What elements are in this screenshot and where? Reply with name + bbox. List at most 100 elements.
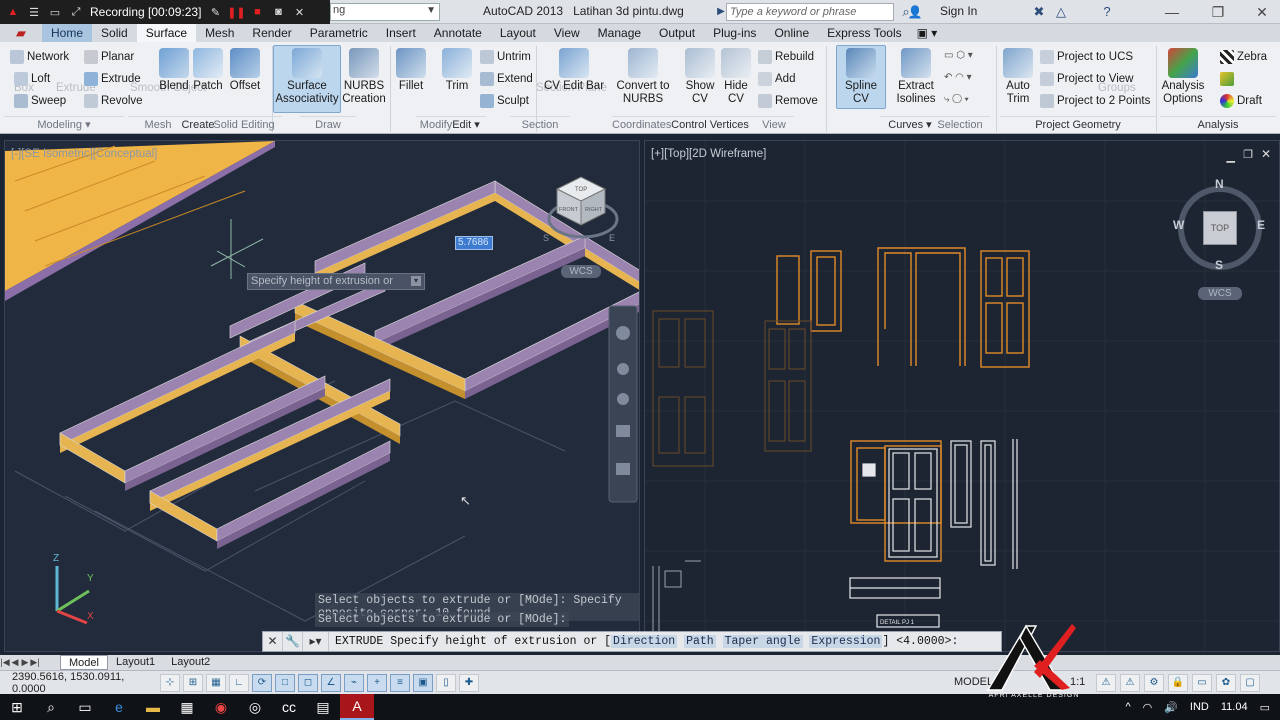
sign-in-button[interactable]: Sign In: [940, 4, 977, 18]
camera-icon[interactable]: ◙: [271, 5, 285, 19]
dynamic-input-value[interactable]: 5.7686: [455, 236, 493, 250]
fullscreen-icon[interactable]: ⤢: [69, 5, 83, 19]
draft-button[interactable]: Draft: [1220, 94, 1262, 108]
zebra-button[interactable]: Zebra: [1220, 50, 1267, 64]
close-window-button[interactable]: ✕: [1248, 2, 1276, 22]
clock[interactable]: 11.04: [1221, 701, 1248, 713]
tab-layout1[interactable]: Layout1: [108, 655, 163, 670]
first-tab-icon[interactable]: |◀: [0, 657, 10, 668]
transparency-icon[interactable]: ▣: [413, 673, 433, 692]
project-to-view-button[interactable]: Project to View: [1040, 72, 1134, 86]
tab-output[interactable]: Output: [650, 24, 704, 42]
stop-icon[interactable]: ■: [250, 5, 264, 19]
wifi-icon[interactable]: ◠: [1143, 701, 1153, 714]
viewport-label[interactable]: [+][Top][2D Wireframe]: [651, 148, 766, 160]
application-menu-button[interactable]: ▰: [0, 24, 42, 42]
autoscale-icon[interactable]: ⚠: [1120, 674, 1140, 692]
tab-online[interactable]: Online: [765, 24, 818, 42]
annotation-visibility-icon[interactable]: ⚠: [1096, 674, 1116, 692]
wcs-badge[interactable]: WCS: [1198, 287, 1242, 300]
selection-cycling-icon[interactable]: ✚: [459, 673, 479, 692]
tooltip-arrow-icon[interactable]: ▾: [411, 276, 421, 286]
tab-parametric[interactable]: Parametric: [301, 24, 377, 42]
edge-icon[interactable]: e: [102, 694, 136, 720]
menu-icon[interactable]: ☰: [27, 5, 41, 19]
extend-button[interactable]: Extend: [480, 72, 533, 86]
workspace-switch-icon[interactable]: ⚙: [1144, 674, 1164, 692]
prev-tab-icon[interactable]: ◀: [10, 657, 20, 668]
tab-annotate[interactable]: Annotate: [425, 24, 491, 42]
pause-icon[interactable]: ❚❚: [227, 5, 245, 19]
viewport-label[interactable]: [-][SE Isometric][Conceptual]: [11, 148, 157, 160]
search-icon[interactable]: ⌕: [34, 694, 68, 720]
task-view-icon[interactable]: ▭: [68, 694, 102, 720]
dynamic-input-icon[interactable]: +: [367, 673, 387, 692]
coordinate-readout[interactable]: 2390.5616, 1530.0911, 0.0000: [0, 671, 160, 695]
pencil-icon[interactable]: ✎: [208, 5, 222, 19]
network-button[interactable]: Network: [10, 50, 69, 64]
tab-solid[interactable]: Solid: [92, 24, 137, 42]
untrim-button[interactable]: Untrim: [480, 50, 531, 64]
tab-model[interactable]: Model: [60, 655, 108, 670]
close-icon[interactable]: ✕: [292, 5, 306, 19]
rebuild-button[interactable]: Rebuild: [758, 50, 814, 64]
panel-label-analysis[interactable]: Analysis: [1160, 116, 1276, 132]
file-explorer-icon[interactable]: ▬: [136, 694, 170, 720]
curves-tools-icon[interactable]: ▭ ⬡ ▾: [944, 50, 973, 61]
windows-start-icon[interactable]: ⊞: [0, 694, 34, 720]
extrude-button[interactable]: Extrude: [84, 72, 141, 86]
panel-label-modeling[interactable]: Modeling ▾: [4, 116, 124, 132]
infer-constraints-icon[interactable]: ⊹: [160, 673, 180, 692]
object-snap-icon[interactable]: □: [275, 673, 295, 692]
tab-layout[interactable]: Layout: [491, 24, 545, 42]
loft-button[interactable]: Loft: [14, 72, 50, 86]
project-to-2-points-button[interactable]: Project to 2 Points: [1040, 94, 1150, 108]
viewcube-top-face[interactable]: TOP: [1203, 211, 1237, 245]
tab-mesh[interactable]: Mesh: [196, 24, 243, 42]
tab-layout2[interactable]: Layout2: [163, 655, 218, 670]
curves-tools-2-icon[interactable]: ↶ ◠ ▾: [944, 72, 972, 83]
viewport-3d[interactable]: Z Y X TOP FRONT RIGHT S E [-][SE Isometr…: [4, 140, 640, 652]
restore-button[interactable]: ❐: [1204, 2, 1232, 22]
option-expression[interactable]: Expression: [809, 635, 883, 648]
isolate-objects-icon[interactable]: ✿: [1216, 674, 1236, 692]
viewport-maximize-icon[interactable]: ❐: [1243, 148, 1253, 161]
cv-edit-bar-button[interactable]: CV Edit Bar: [542, 46, 606, 93]
lineweight-icon[interactable]: ≡: [390, 673, 410, 692]
command-line[interactable]: ✕ 🔧 ▸▾ EXTRUDE Specify height of extrusi…: [262, 631, 1002, 652]
recorder-icon[interactable]: cc: [272, 694, 306, 720]
autocad-taskbar-icon[interactable]: A: [340, 694, 374, 720]
store-icon[interactable]: ▦: [170, 694, 204, 720]
quick-properties-icon[interactable]: ▯: [436, 673, 456, 692]
tab-render[interactable]: Render: [243, 24, 300, 42]
planar-button[interactable]: Planar: [84, 50, 134, 64]
help-icon[interactable]: ?: [1098, 3, 1116, 21]
curvature-button[interactable]: [1220, 72, 1234, 86]
tab-surface[interactable]: Surface: [136, 24, 197, 42]
chrome-icon[interactable]: ◉: [204, 694, 238, 720]
next-tab-icon[interactable]: ▶: [20, 657, 30, 668]
panel-toggle-icon[interactable]: ▣ ▾: [911, 24, 944, 42]
remove-cv-button[interactable]: Remove: [758, 94, 818, 108]
customize-icon[interactable]: 🔧: [283, 632, 303, 651]
sweep-button[interactable]: Sweep: [14, 94, 66, 108]
add-cv-button[interactable]: Add: [758, 72, 795, 86]
viewport-top[interactable]: DETAIL PJ 1 [+][Top][2D Wireframe] ▁ ❐ ✕…: [644, 140, 1280, 652]
sculpt-button[interactable]: Sculpt: [480, 94, 529, 108]
tab-insert[interactable]: Insert: [377, 24, 425, 42]
extract-isolines-button[interactable]: Extract Isolines: [888, 46, 944, 106]
notifications-icon[interactable]: ▭: [1260, 701, 1270, 714]
ortho-mode-icon[interactable]: ∟: [229, 673, 249, 692]
minimize-button[interactable]: —: [1158, 2, 1186, 22]
polar-tracking-icon[interactable]: ⟳: [252, 673, 272, 692]
community-icon[interactable]: △: [1052, 3, 1070, 21]
app-icon[interactable]: ◎: [238, 694, 272, 720]
panel-label-project-geometry[interactable]: Project Geometry: [1000, 116, 1156, 132]
calculator-icon[interactable]: ▤: [306, 694, 340, 720]
dynamic-ucs-icon[interactable]: ⌁: [344, 673, 364, 692]
tab-manage[interactable]: Manage: [589, 24, 650, 42]
option-path[interactable]: Path: [684, 635, 716, 648]
option-direction[interactable]: Direction: [611, 635, 678, 648]
show-cv-button[interactable]: Show CV: [680, 46, 720, 106]
convert-to-nurbs-button[interactable]: Convert to NURBS: [612, 46, 674, 106]
